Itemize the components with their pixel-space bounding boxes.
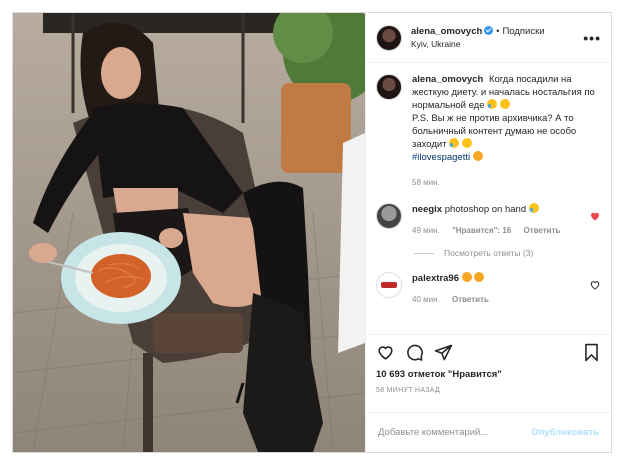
share-icon[interactable]: [434, 343, 453, 362]
post-modal: alena_omovych • Подписки Kyiv, Ukraine •••…: [12, 12, 612, 453]
more-icon[interactable]: •••: [583, 30, 601, 46]
heart-eyes-emoji-icon: [474, 272, 485, 282]
heart-eyes-emoji-icon: [461, 272, 472, 282]
post-details: alena_omovych • Подписки Kyiv, Ukraine •••…: [365, 13, 611, 452]
reply-button[interactable]: Ответить: [523, 226, 560, 235]
commenter-avatar[interactable]: [376, 203, 402, 229]
commenter-avatar[interactable]: [376, 272, 402, 298]
comment-text: photoshop on hand: [444, 204, 527, 215]
caption-text-2: P.S. Вы ж не против архивчика? А то боль…: [412, 113, 577, 150]
post-image: [13, 13, 365, 452]
comment-icon[interactable]: [405, 343, 424, 362]
heart-icon[interactable]: [589, 210, 601, 222]
comments-list[interactable]: alena_omovych Когда посадили на жесткую …: [366, 63, 611, 334]
hashtag-link[interactable]: #ilovespagetti: [412, 152, 470, 163]
grin-emoji-icon: [461, 138, 472, 148]
reply-button[interactable]: Ответить: [452, 295, 489, 304]
caption-username[interactable]: alena_omovych: [412, 74, 483, 85]
tears-of-joy-emoji-icon: [528, 203, 539, 213]
comment-item: neegix photoshop on hand 49 мин. "Нравит…: [376, 203, 601, 237]
publish-button[interactable]: Опубликовать: [531, 427, 599, 438]
commenter-username[interactable]: neegix: [412, 204, 442, 215]
comment-input[interactable]: [378, 427, 532, 438]
comment-item: palextra96 40 мин. Ответить: [376, 272, 601, 306]
heart-outline-icon[interactable]: [589, 279, 601, 291]
tears-of-joy-emoji-icon: [449, 138, 460, 148]
bookmark-icon[interactable]: [582, 343, 601, 362]
caption-age: 58 мин.: [412, 178, 440, 187]
commenter-username[interactable]: palextra96: [412, 273, 459, 284]
post-actions: 10 693 отметок "Нравится" 58 минут назад: [366, 334, 611, 412]
likes-count[interactable]: 10 693 отметок "Нравится": [376, 369, 601, 380]
author-username[interactable]: alena_omovych: [411, 26, 482, 37]
post-header: alena_omovych • Подписки Kyiv, Ukraine •••: [366, 13, 611, 63]
heart-icon[interactable]: [376, 343, 395, 362]
post-photo[interactable]: [13, 13, 365, 452]
tears-of-joy-emoji-icon: [487, 99, 498, 109]
comment-likes[interactable]: "Нравится": 16: [452, 226, 511, 235]
caption: alena_omovych Когда посадили на жесткую …: [376, 73, 601, 189]
follow-button[interactable]: Подписки: [502, 26, 544, 37]
post-location[interactable]: Kyiv, Ukraine: [411, 38, 583, 51]
comment-age: 49 мин.: [412, 226, 440, 235]
comment-age: 40 мин.: [412, 295, 440, 304]
view-replies-button[interactable]: Посмотреть ответы (3): [414, 248, 601, 258]
add-comment-bar: Опубликовать: [366, 412, 611, 452]
spaghetti-emoji-icon: [472, 151, 483, 161]
author-avatar[interactable]: [376, 24, 402, 51]
post-timestamp: 58 минут назад: [376, 387, 441, 394]
smile-emoji-icon: [499, 99, 510, 109]
caption-avatar[interactable]: [376, 74, 402, 100]
verified-icon: [484, 25, 494, 35]
